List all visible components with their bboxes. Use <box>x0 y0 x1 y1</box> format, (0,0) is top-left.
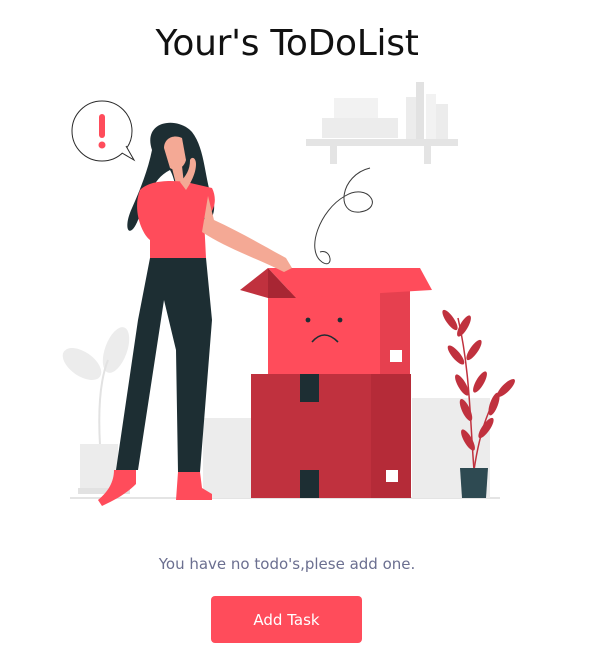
background-box <box>203 418 253 498</box>
empty-state-message: You have no todo's,plese add one. <box>158 555 416 573</box>
page-title: Your's ToDoList <box>155 23 419 65</box>
speech-bubble <box>71 100 136 162</box>
wall-shelf <box>306 82 458 164</box>
add-task-button[interactable]: Add Task <box>211 596 362 643</box>
scribble-line <box>314 167 373 265</box>
empty-state-illustration <box>62 82 515 506</box>
exclamation-icon <box>98 114 106 149</box>
top-box <box>240 268 432 374</box>
bottom-box <box>251 374 411 498</box>
